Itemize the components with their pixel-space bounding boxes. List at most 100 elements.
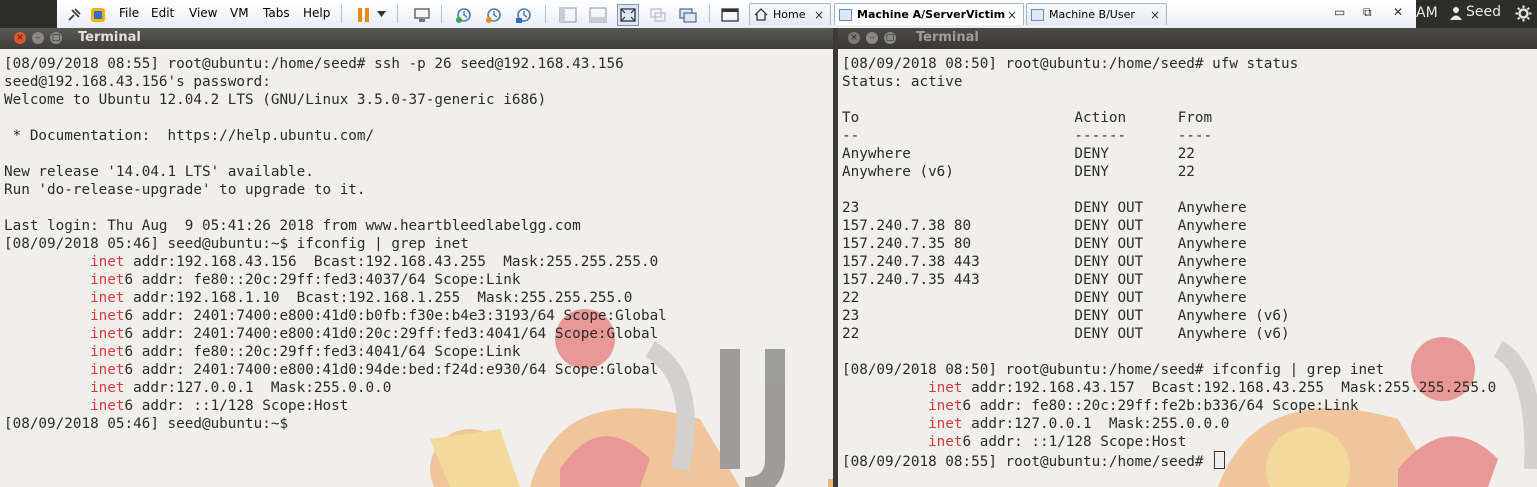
restore-button[interactable]: ⧉ <box>1363 5 1372 20</box>
vmware-toolbar: File Edit View VM Tabs Help Home × Machi… <box>0 0 1537 29</box>
close-icon[interactable]: × <box>814 8 824 22</box>
grep-match: inet <box>90 290 125 306</box>
grep-match: inet <box>928 398 963 414</box>
text-cursor <box>1214 451 1226 469</box>
tab-machine-b[interactable]: Machine B/User × <box>1026 3 1167 25</box>
grep-match: inet <box>928 416 963 432</box>
terminal-line: Run 'do-release-upgrade' to upgrade to i… <box>4 182 366 198</box>
minimize-button[interactable]: ▭ <box>1334 5 1345 19</box>
terminal-output[interactable]: [08/09/2018 08:55] root@ubuntu:/home/see… <box>4 55 667 433</box>
grep-match: inet <box>90 326 125 342</box>
terminal-line: 157.240.7.38 443 DENY OUT Anywhere <box>842 254 1247 270</box>
grep-match: inet <box>90 308 125 324</box>
minimize-icon[interactable]: – <box>32 32 44 44</box>
full-screen-icon[interactable] <box>617 4 639 26</box>
menu-edit[interactable]: Edit <box>151 6 174 20</box>
terminal-line: inet6 addr: ::1/128 Scope:Host <box>90 398 349 414</box>
terminal-titlebar[interactable]: × – □ Terminal <box>838 28 1537 49</box>
terminal-line: seed@192.168.43.156's password: <box>4 74 271 90</box>
terminal-line: inet addr:192.168.43.157 Bcast:192.168.4… <box>928 380 1497 396</box>
user-name[interactable]: Seed <box>1466 4 1501 20</box>
terminal-line: Anywhere DENY 22 <box>842 146 1195 162</box>
terminal-line: * Documentation: https://help.ubuntu.com… <box>4 128 375 144</box>
toolbar-separator <box>709 5 710 23</box>
thumbnail-bar-icon[interactable] <box>587 4 609 26</box>
close-icon[interactable]: × <box>14 32 26 44</box>
terminal-line: inet addr:192.168.43.156 Bcast:192.168.4… <box>90 254 659 270</box>
grep-match: inet <box>90 398 125 414</box>
grep-match: inet <box>928 434 963 450</box>
system-tray: AM Seed <box>1416 0 1537 28</box>
terminal-line: inet6 addr: 2401:7400:e800:41d0:20c:29ff… <box>90 326 659 342</box>
terminal-body[interactable]: [08/09/2018 08:50] root@ubuntu:/home/see… <box>838 49 1537 487</box>
terminal-line: 157.240.7.35 80 DENY OUT Anywhere <box>842 236 1247 252</box>
terminal-line: Last login: Thu Aug 9 05:41:26 2018 from… <box>4 218 581 234</box>
terminal-line: Welcome to Ubuntu 12.04.2 LTS (GNU/Linux… <box>4 92 547 108</box>
toolbar-separator <box>341 5 342 23</box>
menu-help[interactable]: Help <box>303 6 330 20</box>
tab-home[interactable]: Home × <box>749 3 831 25</box>
person-icon <box>1450 7 1462 20</box>
toolbar-separator <box>441 5 442 23</box>
terminal-line: 22 DENY OUT Anywhere (v6) <box>842 326 1290 342</box>
grep-match: inet <box>90 380 125 396</box>
minimize-icon[interactable]: – <box>866 32 878 44</box>
terminal-line: inet6 addr: 2401:7400:e800:41d0:b0fb:f30… <box>90 308 667 324</box>
terminal-body[interactable]: [08/09/2018 08:55] root@ubuntu:/home/see… <box>0 49 833 487</box>
terminal-line: [08/09/2018 05:46] seed@ubuntu:~$ ifconf… <box>4 236 469 252</box>
terminal-line: [08/09/2018 08:55] root@ubuntu:/home/see… <box>4 56 624 72</box>
grep-match: inet <box>90 272 125 288</box>
terminal-line: To Action From <box>842 110 1213 126</box>
terminal-line: Status: active <box>842 74 963 90</box>
suspend-icon[interactable] <box>353 4 375 26</box>
terminal-line: [08/09/2018 05:46] seed@ubuntu:~$ <box>4 416 297 432</box>
menu-tabs[interactable]: Tabs <box>263 6 290 20</box>
terminal-line: inet6 addr: fe80::20c:29ff:fed3:4041/64 … <box>90 344 521 360</box>
vmware-logo-icon[interactable] <box>87 4 109 26</box>
unity-icon[interactable] <box>647 4 669 26</box>
terminal-window-left[interactable]: × – □ Terminal [08/09/2018 08:55] root@u… <box>0 28 833 487</box>
toolbar-separator <box>545 5 546 23</box>
terminal-line: inet6 addr: fe80::20c:29ff:fe2b:b336/64 … <box>928 398 1359 414</box>
snapshot-manager-icon[interactable] <box>513 4 535 26</box>
terminal-line: -- ------ ---- <box>842 128 1213 144</box>
grep-match: inet <box>90 254 125 270</box>
grep-match: inet <box>90 362 125 378</box>
menu-view[interactable]: View <box>189 6 217 20</box>
vm-icon <box>839 8 852 21</box>
menu-file[interactable]: File <box>119 6 139 20</box>
terminal-line: inet6 addr: 2401:7400:e800:41d0:94de:bed… <box>90 362 659 378</box>
terminal-line: inet addr:127.0.0.1 Mask:255.0.0.0 <box>928 416 1230 432</box>
pin-icon[interactable] <box>63 4 85 26</box>
tab-label: Machine B/User <box>1049 8 1135 21</box>
terminal-output[interactable]: [08/09/2018 08:50] root@ubuntu:/home/see… <box>842 55 1496 471</box>
close-icon[interactable]: × <box>1150 8 1160 22</box>
maximize-icon[interactable]: □ <box>50 32 62 44</box>
terminal-line: 22 DENY OUT Anywhere <box>842 290 1247 306</box>
terminal-line: [08/09/2018 08:50] root@ubuntu:/home/see… <box>842 56 1299 72</box>
terminal-line: 157.240.7.35 443 DENY OUT Anywhere <box>842 272 1247 288</box>
snapshot-revert-icon[interactable] <box>483 4 505 26</box>
window-close-button[interactable]: ✕ <box>1393 5 1403 19</box>
tab-machine-a[interactable]: Machine A/ServerVictim × <box>834 3 1024 25</box>
tabs-view-icon[interactable] <box>719 4 741 26</box>
terminal-window-right[interactable]: × – □ Terminal [08/09/2018 08:50] root@u… <box>838 28 1537 487</box>
terminal-line: 23 DENY OUT Anywhere <box>842 200 1247 216</box>
close-icon[interactable]: × <box>1007 8 1017 22</box>
toolbar-separator <box>397 5 398 23</box>
chevron-down-icon[interactable] <box>375 4 387 24</box>
snapshot-take-icon[interactable] <box>453 4 475 26</box>
show-library-icon[interactable] <box>557 4 579 26</box>
close-icon[interactable]: × <box>848 32 860 44</box>
terminal-line: New release '14.04.1 LTS' available. <box>4 164 314 180</box>
console-view-icon[interactable] <box>677 4 699 26</box>
send-ctrl-alt-del-icon[interactable] <box>411 4 433 26</box>
vmware-toolbar-strip: File Edit View VM Tabs Help Home × Machi… <box>57 0 1416 29</box>
gear-icon[interactable] <box>1515 5 1532 22</box>
terminal-titlebar[interactable]: × – □ Terminal <box>0 28 833 49</box>
menu-vm[interactable]: VM <box>230 6 249 20</box>
terminal-line: inet addr:127.0.0.1 Mask:255.0.0.0 <box>90 380 392 396</box>
window-title: Terminal <box>916 30 979 45</box>
maximize-icon[interactable]: □ <box>884 32 896 44</box>
vm-icon <box>1031 8 1044 21</box>
